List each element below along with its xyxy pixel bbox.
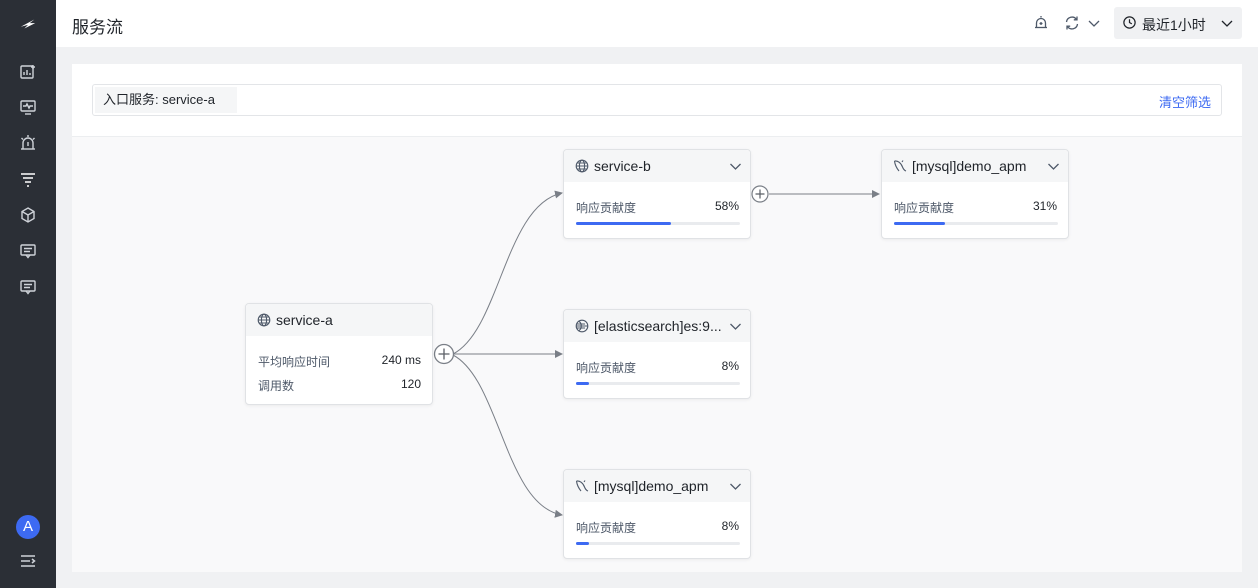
header: 服务流 最近1小时: [56, 0, 1258, 47]
elasticsearch-icon: [575, 319, 589, 333]
filter-bar[interactable]: 入口服务: service-a 清空筛选: [92, 84, 1222, 116]
response-contribution-value: 58%: [714, 199, 739, 213]
call-count-label: 调用数: [258, 379, 295, 393]
node-mysql-demo-apm[interactable]: [mysql]demo_apm 响应贡献度 8%: [563, 469, 751, 559]
alarm-bell-icon[interactable]: [1032, 14, 1050, 32]
contribution-bar-fill: [576, 542, 590, 545]
node-elasticsearch[interactable]: [elasticsearch]es:9... 响应贡献度 8%: [563, 309, 751, 399]
contribution-bar-fill: [576, 222, 672, 225]
node-title: [mysql]demo_apm: [594, 478, 709, 494]
call-count-value: 120: [400, 377, 421, 391]
response-contribution-value: 31%: [1032, 199, 1057, 213]
node-mysql-demo-apm-downstream[interactable]: [mysql]demo_apm 响应贡献度 31%: [881, 149, 1069, 239]
node-header: service-b: [564, 150, 750, 182]
node-header: [elasticsearch]es:9...: [564, 310, 750, 342]
chevron-down-icon[interactable]: [729, 160, 742, 173]
alert-icon[interactable]: [18, 133, 38, 153]
contribution-bar-fill: [576, 382, 590, 385]
node-header: service-a: [246, 304, 432, 336]
chevron-down-icon[interactable]: [729, 320, 742, 333]
analysis-icon[interactable]: [18, 62, 38, 82]
chevron-down-icon: [1221, 20, 1233, 27]
clear-filter-button[interactable]: 清空筛选: [1159, 92, 1211, 111]
globe-icon: [257, 313, 271, 327]
node-title: service-a: [276, 312, 333, 328]
mysql-icon: [575, 480, 589, 492]
node-header: [mysql]demo_apm: [882, 150, 1068, 182]
response-contribution-label: 响应贡献度: [576, 201, 637, 215]
chevron-down-icon[interactable]: [729, 480, 742, 493]
message-icon[interactable]: [18, 277, 38, 297]
node-title: [mysql]demo_apm: [912, 158, 1027, 174]
mysql-icon: [893, 160, 907, 172]
refresh-icon[interactable]: [1063, 14, 1081, 32]
time-range-picker[interactable]: 最近1小时: [1114, 7, 1242, 39]
node-title: service-b: [594, 158, 651, 174]
node-header: [mysql]demo_apm: [564, 470, 750, 502]
monitor-icon[interactable]: [18, 97, 38, 117]
log-icon[interactable]: [18, 241, 38, 261]
contribution-bar: [576, 222, 740, 225]
response-contribution-value: 8%: [721, 519, 739, 533]
sidebar: A: [0, 0, 56, 588]
chevron-down-icon[interactable]: [1047, 160, 1060, 173]
response-contribution-label: 响应贡献度: [576, 521, 637, 535]
page-title: 服务流: [72, 18, 123, 37]
contribution-bar: [576, 382, 740, 385]
avg-response-time-label: 平均响应时间: [258, 355, 331, 369]
response-contribution-label: 响应贡献度: [894, 201, 955, 215]
entry-service-filter-tag[interactable]: 入口服务: service-a: [95, 87, 237, 113]
contribution-bar: [894, 222, 1058, 225]
filter-list-icon[interactable]: [18, 169, 38, 189]
node-service-a[interactable]: service-a 平均响应时间 240 ms 调用数 120: [245, 303, 433, 405]
logo-icon[interactable]: [18, 14, 38, 34]
time-range-label: 最近1小时: [1142, 17, 1206, 33]
avg-response-time-value: 240 ms: [381, 353, 421, 367]
avatar[interactable]: A: [16, 515, 40, 539]
collapse-menu-icon[interactable]: [18, 551, 38, 571]
clock-icon: [1123, 16, 1136, 29]
node-title: [elasticsearch]es:9...: [594, 318, 722, 334]
response-contribution-label: 响应贡献度: [576, 361, 637, 375]
contribution-bar: [576, 542, 740, 545]
node-service-b[interactable]: service-b 响应贡献度 58%: [563, 149, 751, 239]
contribution-bar-fill: [894, 222, 945, 225]
globe-icon: [575, 159, 589, 173]
response-contribution-value: 8%: [721, 359, 739, 373]
refresh-options-chevron-down-icon[interactable]: [1085, 14, 1100, 32]
cube-icon[interactable]: [18, 205, 38, 225]
